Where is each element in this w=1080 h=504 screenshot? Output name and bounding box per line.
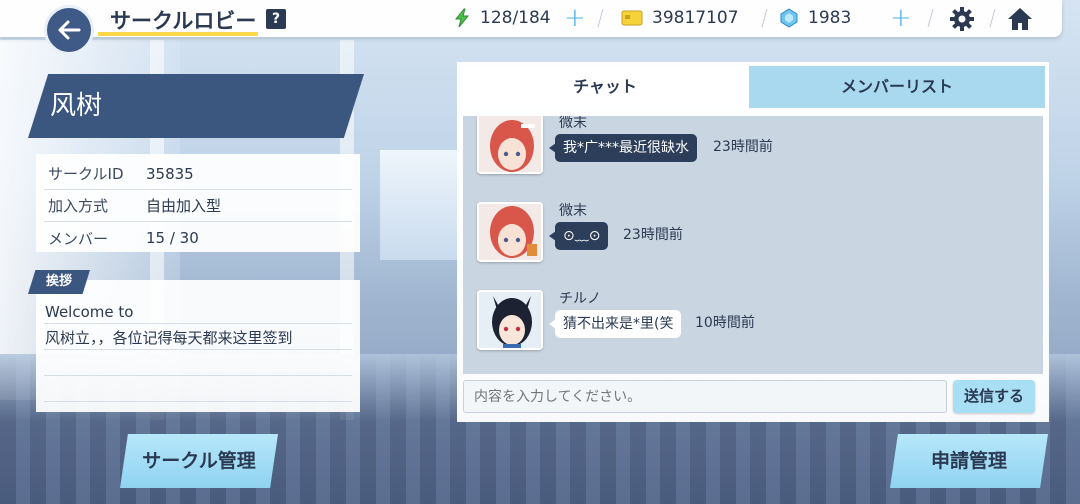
greeting-line-empty — [44, 376, 352, 402]
sender-name: 微末 — [559, 203, 587, 219]
avatar[interactable] — [477, 116, 543, 174]
greeting-line-empty — [44, 350, 352, 376]
chat-message: 微末 我*广***最近很缺水 23時間前 — [477, 116, 1017, 184]
info-row-join-type: 加入方式 自由加入型 — [44, 190, 352, 222]
help-icon[interactable]: ? — [266, 9, 286, 29]
tab-member-list[interactable]: メンバーリスト — [749, 66, 1045, 108]
greeting-line: Welcome to — [44, 298, 352, 324]
add-stamina-button[interactable]: + — [564, 3, 586, 33]
stamina-value: 128/184 — [480, 8, 551, 28]
sender-name: 微末 — [559, 116, 587, 131]
send-button[interactable]: 送信する — [953, 380, 1035, 413]
circle-manage-button[interactable]: サークル管理 — [120, 434, 278, 488]
gem-value: 1983 — [808, 8, 852, 28]
chat-input[interactable] — [463, 380, 947, 413]
page-title: サークルロビー — [110, 9, 257, 33]
arrow-left-icon — [58, 20, 81, 40]
home-icon[interactable] — [1006, 5, 1034, 33]
greeting-tag: 挨拶 — [28, 270, 90, 294]
message-bubble: 猜不出来是*里(笑 — [548, 310, 682, 338]
back-button[interactable] — [44, 5, 94, 55]
info-row-id: サークルID 35835 — [44, 158, 352, 190]
info-row-members: メンバー 15 / 30 — [44, 222, 352, 254]
chat-message-list[interactable]: 微末 我*广***最近很缺水 23時間前 微末 ⊙﹏⊙ 23時間前 チルノ 猜不… — [463, 116, 1043, 374]
top-bar: サークルロビー ? 128/184 + 39817107 1983 + — [0, 0, 1062, 37]
chat-message: チルノ 猜不出来是*里(笑 10時間前 — [477, 290, 1017, 360]
info-value: 35835 — [146, 164, 194, 183]
info-label: 加入方式 — [48, 197, 109, 215]
chat-panel: チャット メンバーリスト 微末 我*广***最近很缺水 23時間前 微末 ⊙﹏⊙… — [457, 62, 1049, 422]
add-gem-button[interactable]: + — [890, 3, 912, 33]
circle-info-table: サークルID 35835 加入方式 自由加入型 メンバー 15 / 30 — [36, 154, 360, 252]
message-time: 23時間前 — [713, 139, 773, 155]
title-underline — [98, 32, 258, 36]
gear-icon[interactable] — [948, 5, 976, 33]
gem-icon — [780, 8, 798, 28]
message-time: 23時間前 — [623, 227, 683, 243]
greeting-box: Welcome to 风树立，，各位记得每天都来这里签到 — [36, 280, 360, 412]
message-time: 10時間前 — [695, 315, 755, 331]
message-bubble: 我*广***最近很缺水 — [549, 134, 697, 162]
info-label: メンバー — [48, 229, 109, 248]
info-value: 15 / 30 — [146, 229, 199, 247]
info-value: 自由加入型 — [146, 197, 222, 215]
chat-message: 微末 ⊙﹏⊙ 23時間前 — [477, 202, 1017, 272]
message-bubble: ⊙﹏⊙ — [548, 222, 609, 250]
greeting-line: 风树立，，各位记得每天都来这里签到 — [44, 324, 352, 350]
info-label: サークルID — [48, 165, 124, 183]
credit-icon — [621, 10, 643, 26]
avatar[interactable] — [477, 290, 543, 350]
sender-name: チルノ — [559, 291, 601, 307]
apply-manage-button[interactable]: 申請管理 — [890, 434, 1048, 488]
tab-chat[interactable]: チャット — [461, 66, 749, 108]
credit-value: 39817107 — [652, 8, 739, 28]
avatar[interactable] — [477, 202, 543, 262]
circle-name: 风树 — [28, 74, 364, 138]
stamina-icon — [454, 8, 470, 28]
